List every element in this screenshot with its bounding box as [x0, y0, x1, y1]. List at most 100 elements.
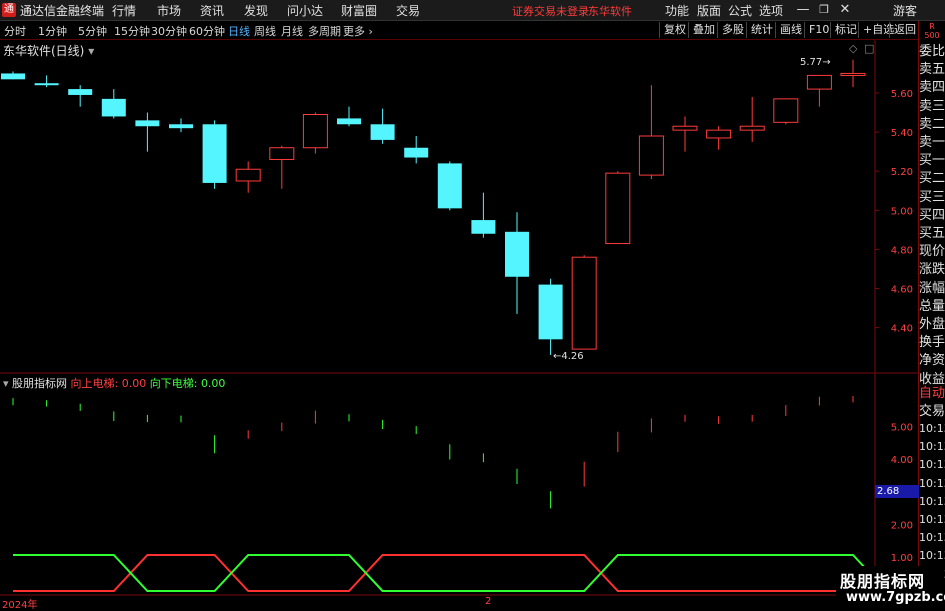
user-guest[interactable]: 游客 — [893, 2, 917, 19]
menu-discover[interactable]: 发现 — [244, 2, 268, 19]
menu-layout[interactable]: 版面 — [697, 2, 721, 19]
watermark-title: 股朋指标网 — [840, 572, 926, 591]
low-price-label: ←4.26 — [553, 351, 584, 362]
tool-statistics[interactable]: 统计 — [746, 22, 773, 38]
indicator-tick-label: 5.00 — [891, 423, 913, 434]
minimize-icon[interactable]: — — [794, 1, 812, 19]
candle-body[interactable] — [269, 147, 295, 160]
trade-time: 10:13 — [919, 513, 945, 526]
panel-label-7: 买二 — [919, 171, 945, 187]
tool-mark[interactable]: 标记 — [830, 22, 857, 38]
candle-body[interactable] — [773, 98, 799, 123]
panel-label-6: 买一 — [919, 153, 945, 169]
candle-body[interactable] — [672, 125, 698, 131]
candle-body[interactable] — [135, 120, 160, 127]
candle-body[interactable] — [169, 124, 193, 129]
candle-body[interactable] — [34, 83, 59, 86]
trade-time: 10:13 — [919, 458, 945, 472]
close-icon[interactable]: ✕ — [836, 1, 854, 19]
tool-draw[interactable]: 画线 — [775, 22, 802, 38]
auto-trade-label[interactable]: 自动 — [919, 385, 945, 403]
period-weekly[interactable]: 周线 — [254, 23, 276, 39]
candle-body[interactable] — [840, 72, 866, 76]
candle-body[interactable] — [1, 73, 25, 80]
trade-time: 10:13 — [919, 549, 945, 563]
period-intraday[interactable]: 分时 — [4, 23, 26, 39]
menu-function[interactable]: 功能 — [665, 2, 689, 19]
period-30min[interactable]: 30分钟 — [151, 23, 187, 39]
candle-body[interactable] — [605, 172, 631, 245]
candle-body[interactable] — [404, 147, 429, 158]
candle-body[interactable] — [471, 220, 496, 234]
tool-multi-stock[interactable]: 多股 — [717, 22, 744, 38]
menu-news[interactable]: 资讯 — [200, 2, 224, 19]
candle-body[interactable] — [437, 163, 462, 209]
period-more-label: 更多 — [343, 25, 365, 38]
x-axis-date-mid: 2 — [485, 596, 492, 607]
tool-overlay[interactable]: 叠加 — [688, 22, 715, 38]
candle-body[interactable] — [806, 74, 832, 90]
chart-title: 东华软件(日线) ▾ — [3, 42, 94, 59]
period-1min[interactable]: 1分钟 — [38, 23, 67, 39]
candle-body[interactable] — [235, 168, 261, 182]
period-daily[interactable]: 日线 — [228, 23, 250, 39]
app-logo-icon: 通 — [2, 3, 16, 17]
panel-label-4: 卖二 — [919, 116, 945, 132]
indicator-title[interactable]: ▾ 股朋指标网 向上电梯: 0.00 向下电梯: 0.00 — [3, 375, 225, 391]
tool-f10[interactable]: F10 — [804, 22, 829, 38]
panel-label-2: 卖四 — [919, 80, 945, 96]
period-more[interactable]: 更多 › — [343, 23, 373, 39]
chevron-down-icon[interactable]: ▾ — [3, 377, 9, 390]
panel-label-11: 现价 — [919, 244, 945, 260]
panel-label-16: 换手 — [919, 335, 945, 351]
panel-label-3: 卖三 — [919, 98, 945, 114]
chevron-down-icon[interactable]: ▾ — [88, 44, 94, 58]
tool-adjust[interactable]: 复权 — [659, 22, 686, 38]
kline-chart[interactable]: 5.60 5.40 5.20 5.00 4.80 4.60 4.40 5.00 4.00 2.00… — [0, 40, 918, 609]
menu-quotes[interactable]: 行情 — [112, 2, 136, 19]
candle-body[interactable] — [68, 89, 93, 95]
menu-wealth[interactable]: 财富圈 — [341, 2, 377, 19]
tool-back[interactable]: 返回 — [889, 22, 916, 38]
y-tick-label: 5.40 — [891, 128, 913, 139]
candle-body[interactable] — [337, 118, 361, 125]
candle-body[interactable] — [202, 124, 227, 183]
period-15min[interactable]: 15分钟 — [114, 23, 150, 39]
candle-body[interactable] — [538, 284, 563, 340]
period-5min[interactable]: 5分钟 — [78, 23, 107, 39]
period-multi[interactable]: 多周期 — [308, 23, 341, 39]
menu-options[interactable]: 选项 — [759, 2, 783, 19]
watermark-url: www.7gpzb.com — [846, 590, 945, 605]
arrow-right-icon: → — [822, 57, 831, 68]
candle-body[interactable] — [302, 114, 328, 149]
y-tick-label: 4.40 — [891, 324, 913, 335]
period-monthly[interactable]: 月线 — [281, 23, 303, 39]
chart-title-text: 东华软件(日线) — [3, 44, 85, 58]
down-elevator-value: 0.00 — [200, 377, 226, 390]
candle-body[interactable] — [706, 129, 732, 139]
candle-body[interactable] — [638, 135, 664, 176]
candle-body[interactable] — [505, 231, 529, 277]
up-elevator-label: 向上电梯 — [70, 377, 115, 390]
restore-icon[interactable]: ❐ — [815, 1, 833, 19]
menu-formula[interactable]: 公式 — [728, 2, 752, 19]
red-elevator-line — [13, 554, 887, 592]
y-tick-label: 4.80 — [891, 245, 913, 256]
r-badge[interactable]: R 500 — [920, 22, 944, 40]
candle-body[interactable] — [739, 125, 765, 131]
trade-time: 10:13 — [919, 531, 945, 545]
period-60min[interactable]: 60分钟 — [189, 23, 225, 39]
top-stock-name: 东华软件 — [588, 5, 632, 18]
trade-label[interactable]: 交易 — [919, 403, 945, 421]
menu-market[interactable]: 市场 — [157, 2, 181, 19]
y-tick-label: 5.60 — [891, 89, 913, 100]
diamond-icon[interactable]: ◇ — [849, 42, 857, 55]
panel-toggle-icon[interactable]: □ — [864, 42, 874, 55]
candle-body[interactable] — [571, 256, 597, 350]
trade-login-status[interactable]: 证券交易未登录 — [512, 3, 589, 19]
menu-trade[interactable]: 交易 — [396, 2, 420, 19]
candle-body[interactable] — [370, 124, 395, 140]
candle-body[interactable] — [101, 98, 126, 117]
menu-ask[interactable]: 问小达 — [287, 2, 323, 19]
r-badge-number: 500 — [924, 31, 940, 40]
